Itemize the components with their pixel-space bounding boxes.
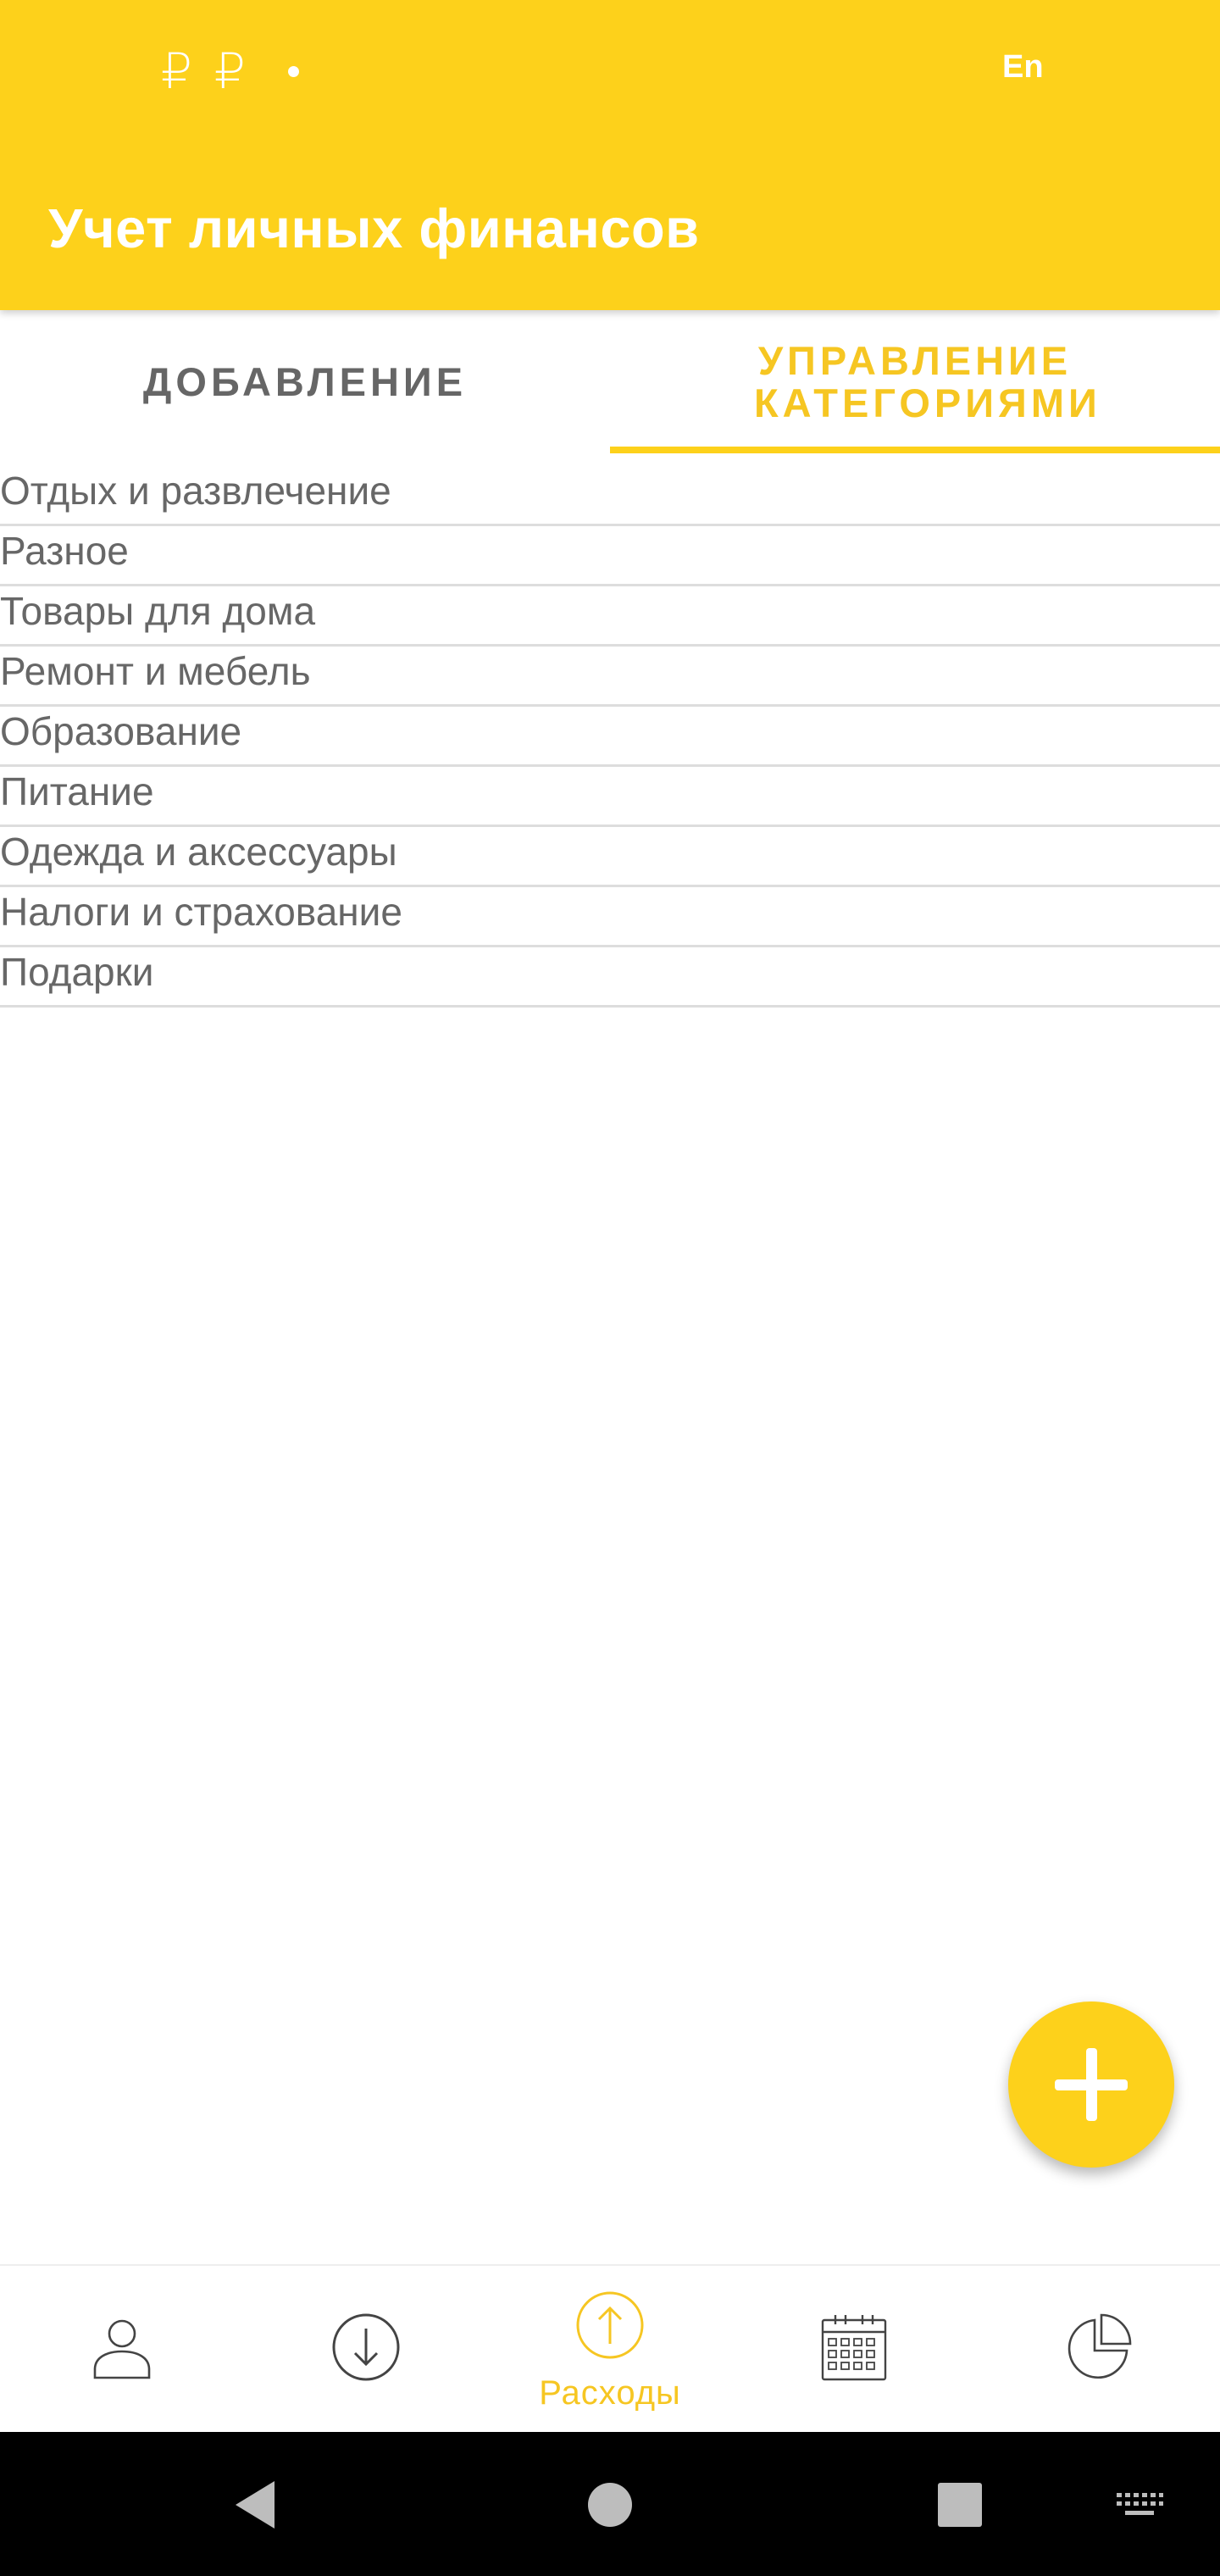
category-item[interactable]: Отдых и развлечение <box>0 466 1220 526</box>
app-bar: ₽ ₽ En Учет личных финансов <box>0 0 1220 310</box>
category-item[interactable]: Образование <box>0 707 1220 767</box>
tab-bar: Добавление Управление категориями <box>0 310 1220 454</box>
recents-icon[interactable] <box>938 2483 982 2527</box>
dot-icon <box>287 65 299 77</box>
pie-chart-icon <box>1068 2313 1132 2379</box>
language-indicator[interactable]: En <box>1002 49 1044 86</box>
status-bar-icons: ₽ ₽ <box>161 44 299 99</box>
tab-manage-categories[interactable]: Управление категориями <box>610 310 1220 454</box>
tab-indicator <box>610 447 1220 453</box>
tab-add[interactable]: Добавление <box>0 310 610 454</box>
nav-item-profile[interactable] <box>0 2266 244 2434</box>
category-list: Отдых и развлечение Разное Товары для до… <box>0 466 1220 1008</box>
category-item[interactable]: Товары для дома <box>0 586 1220 647</box>
tab-label: Управление категориями <box>754 338 1101 425</box>
calendar-icon <box>821 2315 887 2381</box>
back-icon[interactable] <box>230 2479 278 2530</box>
nav-item-expenses[interactable]: Расходы <box>488 2266 732 2434</box>
category-item[interactable]: Подарки <box>0 947 1220 1008</box>
ruble-icon: ₽ <box>161 44 192 99</box>
tab-label: Добавление <box>142 359 468 404</box>
bottom-navigation: Расходы <box>0 2264 1220 2434</box>
nav-item-calendar[interactable] <box>732 2266 976 2434</box>
nav-item-statistics[interactable] <box>976 2266 1220 2434</box>
arrow-down-circle-icon <box>332 2313 400 2381</box>
add-category-button[interactable] <box>1008 2001 1174 2168</box>
category-item[interactable]: Налоги и страхование <box>0 887 1220 947</box>
arrow-up-circle-icon <box>576 2291 644 2359</box>
home-icon[interactable] <box>586 2481 634 2529</box>
nav-label-expenses: Расходы <box>539 2374 681 2412</box>
page-title: Учет личных финансов <box>48 197 700 259</box>
category-item[interactable]: Разное <box>0 526 1220 586</box>
keyboard-icon[interactable] <box>1115 2491 1164 2518</box>
nav-item-income[interactable] <box>244 2266 488 2434</box>
system-navigation-bar <box>0 2432 1220 2576</box>
ruble-icon: ₽ <box>214 44 246 99</box>
category-item[interactable]: Ремонт и мебель <box>0 647 1220 707</box>
person-icon <box>93 2319 151 2379</box>
category-item[interactable]: Питание <box>0 767 1220 827</box>
category-item[interactable]: Одежда и аксессуары <box>0 827 1220 887</box>
